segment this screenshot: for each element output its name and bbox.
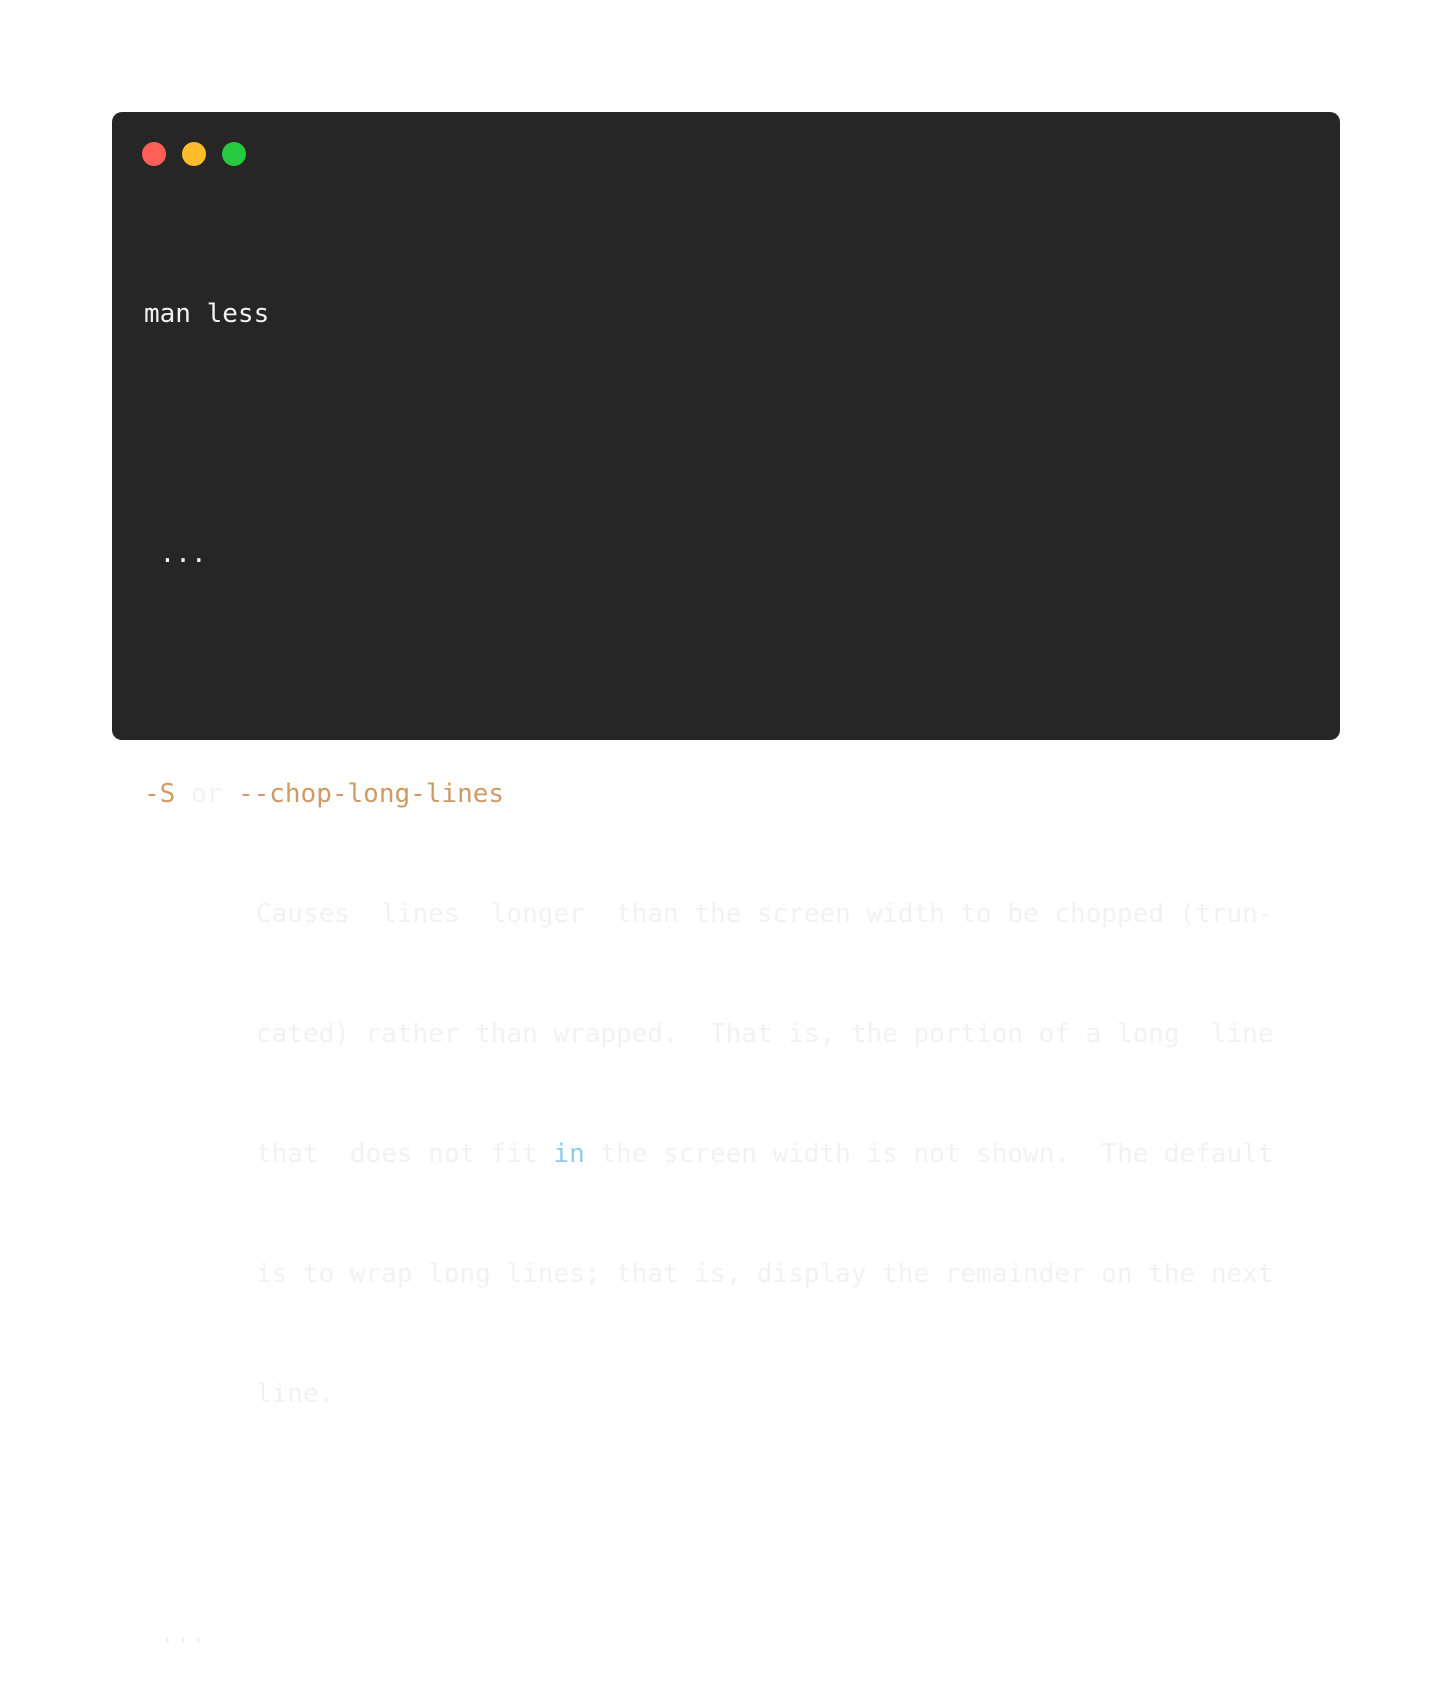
description-line-4: is to wrap long lines; that is, display … <box>144 1254 1273 1294</box>
ellipsis-top: ... <box>144 534 1273 574</box>
maximize-button[interactable] <box>222 142 246 166</box>
terminal-output: man less ... -S or --chop-long-lines Cau… <box>144 214 1273 1704</box>
ellipsis-bottom: ... <box>144 1614 1273 1654</box>
description-text: that does not fit <box>256 1139 554 1169</box>
description-text: line. <box>256 1379 335 1409</box>
option-short: -S <box>144 779 176 809</box>
close-button[interactable] <box>142 142 166 166</box>
option-line: -S or --chop-long-lines <box>144 774 1273 814</box>
description-line-2: cated) rather than wrapped. That is, the… <box>144 1014 1273 1054</box>
option-long: --chop-long-lines <box>237 779 505 809</box>
description-line-3: that does not fit in the screen width is… <box>144 1134 1273 1174</box>
description-line-5: line. <box>144 1374 1273 1414</box>
description-text: the screen width is not shown. The defau… <box>584 1139 1274 1169</box>
description-text: Causes lines longer than the screen widt… <box>256 899 1274 929</box>
keyword-in: in <box>553 1139 585 1169</box>
ellipsis-text: ... <box>159 1619 207 1649</box>
ellipsis-text: ... <box>159 539 207 569</box>
option-or: or <box>175 779 238 809</box>
terminal-window: man less ... -S or --chop-long-lines Cau… <box>112 112 1340 1649</box>
description-text: cated) rather than wrapped. That is, the… <box>256 1019 1274 1049</box>
command-line: man less <box>144 299 270 329</box>
description-line-1: Causes lines longer than the screen widt… <box>144 894 1273 934</box>
minimize-button[interactable] <box>182 142 206 166</box>
description-text: is to wrap long lines; that is, display … <box>256 1259 1274 1289</box>
